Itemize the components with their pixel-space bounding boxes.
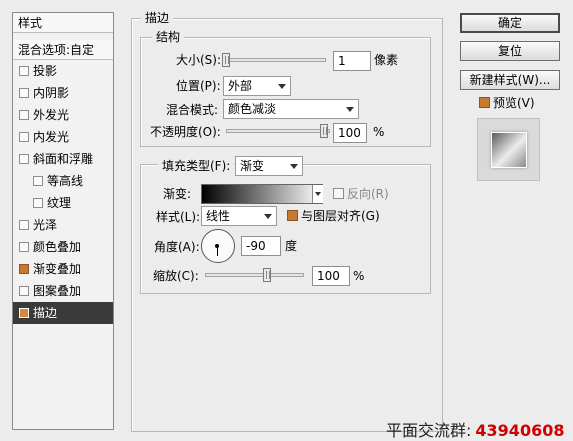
style-item[interactable]: 外发光 <box>13 104 113 126</box>
gradient-dropdown-button[interactable] <box>312 185 323 203</box>
style-item[interactable]: 渐变叠加 <box>13 258 113 280</box>
style-item-checkbox[interactable] <box>19 132 29 142</box>
blend-mode-label: 混合模式: <box>166 103 219 117</box>
style-item-label: 等高线 <box>47 174 84 188</box>
style-item[interactable]: 描边 <box>13 302 113 324</box>
style-label: 样式(L): <box>156 210 201 224</box>
watermark-label: 平面交流群: <box>386 421 472 440</box>
gradient-swatch[interactable] <box>201 184 323 204</box>
new-style-button[interactable]: 新建样式(W)... <box>460 70 560 90</box>
style-item[interactable]: 内发光 <box>13 126 113 148</box>
style-item-checkbox[interactable] <box>33 176 43 186</box>
preview-checkbox[interactable] <box>479 97 490 108</box>
chevron-down-icon <box>290 164 298 169</box>
reverse-checkbox[interactable] <box>333 188 344 199</box>
watermark-number: 43940608 <box>475 421 565 440</box>
size-input[interactable]: 1 <box>333 51 371 71</box>
fill-type-value: 渐变 <box>240 159 265 173</box>
angle-label: 角度(A): <box>154 240 200 254</box>
style-item[interactable]: 图案叠加 <box>13 280 113 302</box>
style-item-label: 内发光 <box>33 130 70 144</box>
angle-input[interactable]: -90 <box>241 236 281 256</box>
opacity-slider-handle[interactable] <box>320 124 328 138</box>
ok-button[interactable]: 确定 <box>460 13 560 33</box>
watermark: 平面交流群: 43940608 <box>386 422 564 441</box>
opacity-input[interactable]: 100 <box>333 123 367 143</box>
blend-options-item[interactable]: 混合选项:自定 <box>13 40 113 60</box>
reverse-label: 反向(R) <box>347 187 389 201</box>
chevron-down-icon <box>315 192 321 196</box>
style-item-checkbox[interactable] <box>19 88 29 98</box>
style-item-checkbox[interactable] <box>33 198 43 208</box>
angle-unit: 度 <box>285 239 298 253</box>
style-item[interactable]: 投影 <box>13 60 113 82</box>
opacity-unit: % <box>373 125 385 139</box>
chevron-down-icon <box>278 84 286 89</box>
styles-header[interactable]: 样式 <box>13 13 113 33</box>
size-label: 大小(S): <box>176 53 222 67</box>
style-item[interactable]: 纹理 <box>13 192 113 214</box>
blend-mode-value: 颜色减淡 <box>228 102 277 116</box>
structure-title: 结构 <box>152 30 185 44</box>
style-item-label: 斜面和浮雕 <box>33 152 94 166</box>
style-item-label: 纹理 <box>47 196 72 210</box>
gradient-style-value: 线性 <box>206 209 231 223</box>
scale-slider-handle[interactable] <box>263 268 271 282</box>
size-slider-handle[interactable] <box>222 53 230 67</box>
opacity-label: 不透明度(O): <box>150 125 221 139</box>
gradient-label: 渐变: <box>163 187 192 201</box>
scale-input[interactable]: 100 <box>312 266 350 286</box>
stroke-title: 描边 <box>141 11 174 25</box>
angle-dial[interactable] <box>201 229 235 263</box>
style-item-checkbox[interactable] <box>19 220 29 230</box>
style-item-checkbox[interactable] <box>19 308 29 318</box>
style-item-label: 光泽 <box>33 218 58 232</box>
style-item-label: 描边 <box>33 306 58 320</box>
style-item-label: 投影 <box>33 64 58 78</box>
style-item-checkbox[interactable] <box>19 264 29 274</box>
scale-label: 缩放(C): <box>153 269 199 283</box>
style-item-checkbox[interactable] <box>19 66 29 76</box>
style-item-label: 内阴影 <box>33 86 70 100</box>
scale-slider-track[interactable] <box>205 273 304 277</box>
style-item-checkbox[interactable] <box>19 286 29 296</box>
position-dropdown[interactable]: 外部 <box>223 76 291 96</box>
style-item[interactable]: 光泽 <box>13 214 113 236</box>
position-value: 外部 <box>228 79 253 93</box>
reset-button[interactable]: 复位 <box>460 41 560 61</box>
style-item[interactable]: 等高线 <box>13 170 113 192</box>
gradient-style-dropdown[interactable]: 线性 <box>201 206 277 226</box>
style-item-label: 图案叠加 <box>33 284 82 298</box>
style-item[interactable]: 内阴影 <box>13 82 113 104</box>
angle-center-dot <box>215 244 219 248</box>
style-item[interactable]: 颜色叠加 <box>13 236 113 258</box>
style-item-checkbox[interactable] <box>19 154 29 164</box>
style-item[interactable]: 斜面和浮雕 <box>13 148 113 170</box>
size-unit: 像素 <box>374 53 399 67</box>
opacity-slider-track[interactable] <box>226 129 330 133</box>
align-with-layer-label: 与图层对齐(G) <box>301 209 380 223</box>
chevron-down-icon <box>346 107 354 112</box>
style-item-label: 外发光 <box>33 108 70 122</box>
fill-type-label: 填充类型(F): <box>158 159 235 173</box>
position-label: 位置(P): <box>176 79 221 93</box>
scale-unit: % <box>353 269 365 283</box>
fill-type-dropdown[interactable]: 渐变 <box>235 156 303 176</box>
style-item-label: 颜色叠加 <box>33 240 82 254</box>
style-list-panel: 样式 混合选项:自定 投影内阴影外发光内发光斜面和浮雕等高线纹理光泽颜色叠加渐变… <box>12 12 114 430</box>
style-item-checkbox[interactable] <box>19 110 29 120</box>
chevron-down-icon <box>264 214 272 219</box>
preview-box <box>477 118 540 181</box>
align-with-layer-checkbox[interactable] <box>287 210 298 221</box>
blend-mode-dropdown[interactable]: 颜色减淡 <box>223 99 359 119</box>
preview-swatch <box>491 132 527 168</box>
style-item-checkbox[interactable] <box>19 242 29 252</box>
preview-label: 预览(V) <box>493 96 535 110</box>
style-item-label: 渐变叠加 <box>33 262 82 276</box>
size-slider-track[interactable] <box>222 58 326 62</box>
